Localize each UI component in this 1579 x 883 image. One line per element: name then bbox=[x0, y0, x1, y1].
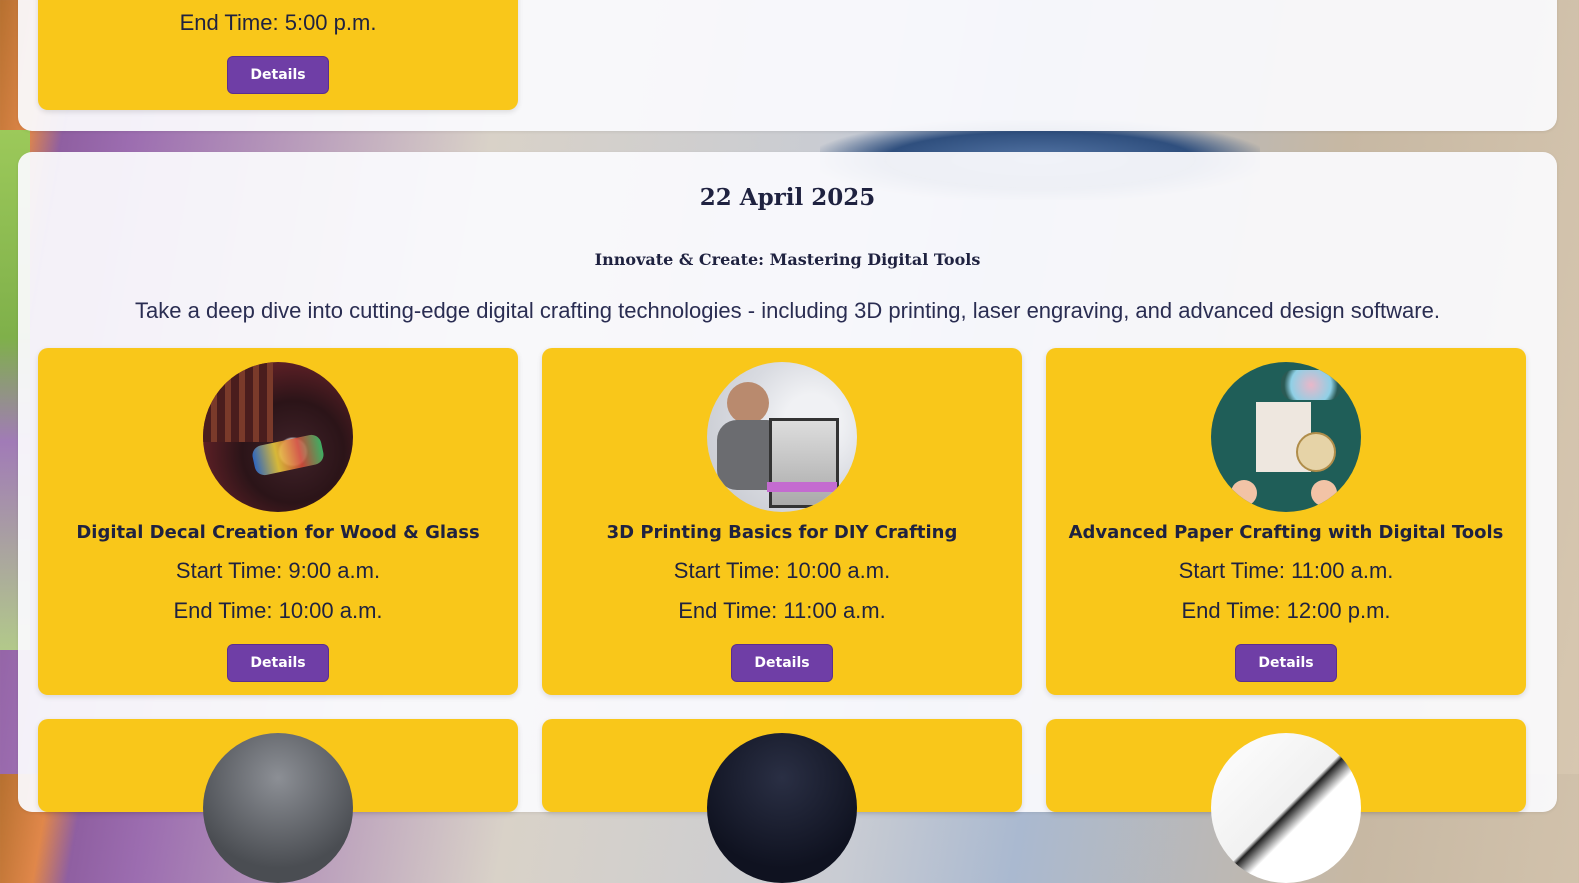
end-time: End Time: 10:00 a.m. bbox=[173, 598, 383, 623]
end-time: End Time: 11:00 a.m. bbox=[678, 598, 886, 623]
end-time: End Time: 12:00 p.m. bbox=[1181, 598, 1391, 623]
workshop-card: Advanced Paper Crafting with Digital Too… bbox=[1046, 348, 1526, 695]
workshop-photo-decals bbox=[203, 362, 353, 512]
workshop-title: Advanced Paper Crafting with Digital Too… bbox=[1068, 522, 1504, 543]
workshop-title: Digital Decal Creation for Wood & Glass bbox=[76, 522, 480, 543]
previous-day-section: End Time: 5:00 p.m. Details bbox=[18, 0, 1557, 131]
details-button[interactable]: Details bbox=[227, 644, 329, 682]
day-theme-title: Innovate & Create: Mastering Digital Too… bbox=[594, 250, 981, 269]
workshop-card bbox=[542, 719, 1022, 883]
start-time: Start Time: 9:00 a.m. bbox=[175, 558, 381, 583]
workshop-card: 3D Printing Basics for DIY Crafting Star… bbox=[542, 348, 1022, 695]
workshop-photo-paper-crafting bbox=[1211, 362, 1361, 512]
start-time: Start Time: 11:00 a.m. bbox=[1178, 558, 1394, 583]
workshop-card: Digital Decal Creation for Wood & Glass … bbox=[38, 348, 518, 695]
workshop-photo-3d-printer bbox=[707, 362, 857, 512]
workshop-card bbox=[38, 719, 518, 883]
details-button[interactable]: Details bbox=[227, 56, 329, 94]
workshop-photo bbox=[1211, 733, 1361, 883]
start-time: Start Time: 10:00 a.m. bbox=[673, 558, 891, 583]
workshop-title: 3D Printing Basics for DIY Crafting bbox=[606, 522, 958, 543]
day-section: 22 April 2025 Innovate & Create: Masteri… bbox=[18, 152, 1557, 883]
day-description: Take a deep dive into cutting-edge digit… bbox=[135, 298, 1440, 323]
workshop-photo bbox=[707, 733, 857, 883]
workshop-photo bbox=[203, 733, 353, 883]
details-button[interactable]: Details bbox=[731, 644, 833, 682]
workshop-card bbox=[1046, 719, 1526, 883]
details-button[interactable]: Details bbox=[1235, 644, 1337, 682]
end-time: End Time: 5:00 p.m. bbox=[179, 10, 377, 35]
day-date-heading: 22 April 2025 bbox=[699, 184, 876, 211]
workshop-card: End Time: 5:00 p.m. Details bbox=[38, 0, 518, 110]
